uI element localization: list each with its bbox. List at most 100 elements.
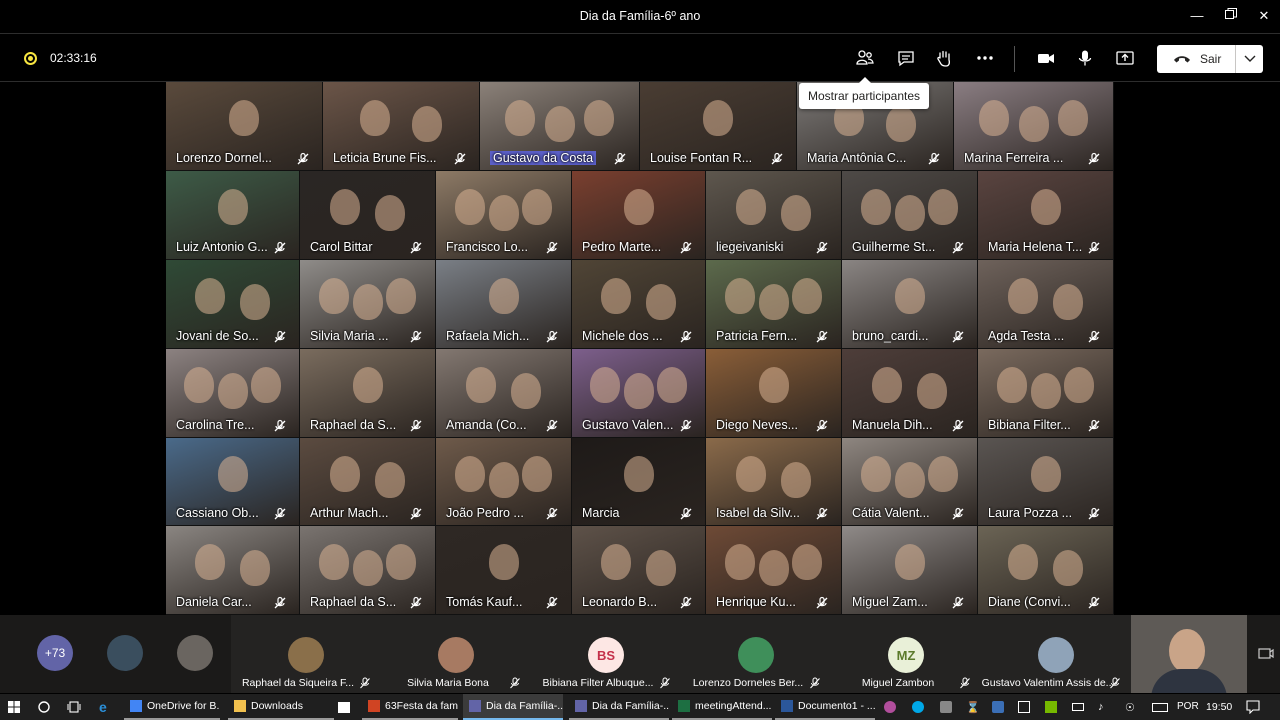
participant-face [1053, 284, 1083, 320]
video-tile[interactable]: Diego Neves... [706, 349, 841, 437]
task-view-icon[interactable] [67, 701, 81, 713]
video-tile[interactable]: liegeivaniski [706, 171, 841, 259]
close-icon[interactable]: ✕ [1252, 6, 1276, 26]
taskbar-app-button[interactable]: Downloads [228, 694, 334, 720]
participant-name: Bibiana Filter... [988, 418, 1071, 432]
video-tile[interactable]: Raphael da S... [300, 349, 435, 437]
store-icon[interactable] [336, 694, 352, 720]
leave-button[interactable]: Sair [1157, 45, 1263, 73]
video-tile[interactable]: Francisco Lo... [436, 171, 571, 259]
video-tile[interactable]: Cátia Valent... [842, 438, 977, 525]
taskbar-app-button[interactable]: Documento1 - ... [775, 694, 875, 720]
taskbar-app-button[interactable]: 63Festa da fam... [362, 694, 458, 720]
skype-icon[interactable] [912, 701, 924, 713]
video-tile[interactable]: Miguel Zam... [842, 526, 977, 614]
participant-face [781, 195, 811, 231]
tray-app-icon[interactable] [940, 701, 952, 713]
leave-options-button[interactable] [1235, 45, 1263, 73]
muted-mic-icon [1087, 152, 1101, 166]
video-tile[interactable]: Isabel da Silv... [706, 438, 841, 525]
video-tile[interactable]: Leticia Brune Fis... [323, 82, 479, 170]
participant-face [454, 189, 485, 225]
participant-avatar[interactable] [177, 635, 213, 671]
participant-tile[interactable]: Raphael da Siqueira F... [231, 615, 381, 693]
camera-button[interactable] [1034, 47, 1058, 69]
taskbar-app-button[interactable]: OneDrive for B... [124, 694, 220, 720]
taskbar-app-button[interactable]: meetingAttend... [672, 694, 772, 720]
notifications-icon[interactable] [1246, 700, 1260, 714]
restore-icon[interactable] [1219, 6, 1243, 26]
video-tile[interactable]: Diane (Convi... [978, 526, 1113, 614]
video-tile[interactable]: Henrique Ku... [706, 526, 841, 614]
edge-browser-icon[interactable]: e [99, 699, 107, 715]
video-tile[interactable]: Michele dos ... [572, 260, 705, 348]
participant-face [184, 367, 215, 403]
video-tile[interactable]: Marcia [572, 438, 705, 525]
app-icon [469, 700, 481, 712]
overflow-participants-badge[interactable]: +73 [37, 635, 73, 671]
video-tile[interactable]: Silvia Maria ... [300, 260, 435, 348]
video-tile[interactable]: Rafaela Mich... [436, 260, 571, 348]
share-screen-button[interactable] [1113, 47, 1137, 69]
show-participants-button[interactable] [853, 47, 877, 69]
video-tile[interactable]: Pedro Marte... [572, 171, 705, 259]
participant-tile[interactable]: Gustavo Valentim Assis de... [981, 615, 1131, 693]
participant-tile[interactable]: BS Bibiana Filter Albuque... [531, 615, 681, 693]
input-language[interactable]: POR [1177, 701, 1199, 712]
participant-name: Louise Fontan R... [650, 151, 753, 165]
keyboard-icon[interactable] [1152, 703, 1168, 712]
teams-tray-icon[interactable] [884, 701, 896, 713]
video-tile[interactable]: Cassiano Ob... [166, 438, 299, 525]
tray-app-icon[interactable] [1018, 701, 1030, 713]
video-tile[interactable]: João Pedro ... [436, 438, 571, 525]
video-tile[interactable]: Tomás Kauf... [436, 526, 571, 614]
video-tile[interactable]: Carolina Tre... [166, 349, 299, 437]
muted-mic-icon [815, 330, 829, 344]
video-tile[interactable]: Laura Pozza ... [978, 438, 1113, 525]
participant-avatar[interactable] [107, 635, 143, 671]
taskbar-app-button[interactable]: Dia da Família-... [569, 694, 669, 720]
video-tile[interactable]: Marina Ferreira ... [954, 82, 1113, 170]
search-icon[interactable] [38, 701, 50, 713]
video-tile[interactable]: Luiz Antonio G... [166, 171, 299, 259]
video-tile[interactable]: Arthur Mach... [300, 438, 435, 525]
pop-out-icon[interactable] [1258, 647, 1274, 661]
video-tile[interactable]: Gustavo da Costa [480, 82, 639, 170]
participant-face [195, 278, 226, 314]
video-tile[interactable]: Guilherme St... [842, 171, 977, 259]
clock[interactable]: 19:50 [1206, 701, 1232, 713]
battery-icon[interactable] [1072, 703, 1084, 711]
participant-tile[interactable]: MZ Miguel Zambon [831, 615, 981, 693]
bluetooth-icon[interactable]: ⌛ [966, 701, 980, 714]
participant-tile[interactable]: Lorenzo Dorneles Ber... [681, 615, 831, 693]
video-tile[interactable]: Lorenzo Dornel... [166, 82, 322, 170]
wifi-icon[interactable]: ☉ [1125, 701, 1137, 714]
tray-app-icon[interactable] [992, 701, 1004, 713]
video-tile[interactable]: Maria Helena T... [978, 171, 1113, 259]
chat-button[interactable] [894, 47, 918, 69]
more-actions-button[interactable] [973, 47, 997, 69]
nvidia-icon[interactable] [1045, 701, 1057, 713]
video-tile[interactable]: Louise Fontan R... [640, 82, 796, 170]
participant-name: Lorenzo Dorneles Ber... [692, 677, 804, 689]
video-tile[interactable]: Daniela Car... [166, 526, 299, 614]
muted-mic-icon [927, 152, 941, 166]
video-tile[interactable]: Jovani de So... [166, 260, 299, 348]
video-tile[interactable]: Leonardo B... [572, 526, 705, 614]
video-tile[interactable]: Raphael da S... [300, 526, 435, 614]
raise-hand-button[interactable] [932, 47, 956, 69]
microphone-button[interactable] [1073, 47, 1097, 69]
video-tile[interactable]: bruno_cardi... [842, 260, 977, 348]
video-tile[interactable]: Gustavo Valen... [572, 349, 705, 437]
video-tile[interactable]: Agda Testa ... [978, 260, 1113, 348]
taskbar-app-button[interactable]: Dia da Família-... [463, 694, 563, 720]
video-tile[interactable]: Carol Bittar [300, 171, 435, 259]
participant-tile[interactable]: Silvia Maria Bona [381, 615, 531, 693]
windows-start-icon[interactable] [8, 701, 20, 713]
video-tile[interactable]: Amanda (Co... [436, 349, 571, 437]
video-tile[interactable]: Manuela Dih... [842, 349, 977, 437]
minimize-icon[interactable]: — [1185, 6, 1209, 26]
volume-icon[interactable]: ♪ [1098, 701, 1110, 713]
video-tile[interactable]: Bibiana Filter... [978, 349, 1113, 437]
video-tile[interactable]: Patricia Fern... [706, 260, 841, 348]
